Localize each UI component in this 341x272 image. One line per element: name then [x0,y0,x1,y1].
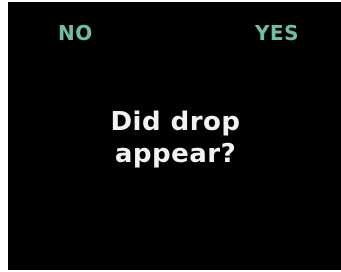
device-screen: NO YES Did drop appear? [8,2,341,270]
prompt-line-1: Did drop [110,107,241,137]
no-button[interactable]: NO [58,18,93,48]
prompt-line-2: appear? [114,139,237,169]
drop-prompt: Did drop appear? [8,106,341,170]
yes-button[interactable]: YES [255,18,299,48]
